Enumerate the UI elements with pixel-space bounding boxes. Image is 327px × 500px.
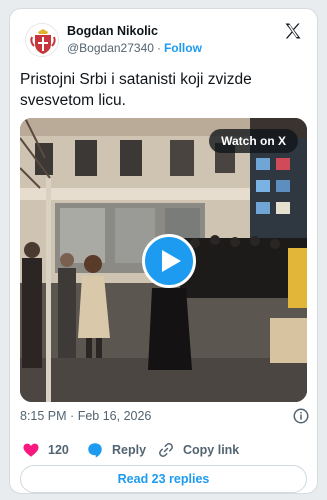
author-name[interactable]: Bogdan Nikolic: [67, 24, 158, 38]
copy-link-label: Copy link: [183, 443, 240, 457]
author-handle-row: @Bogdan27340 · Follow: [67, 41, 202, 55]
copy-link-button[interactable]: Copy link: [157, 441, 239, 459]
handle-separator: ·: [156, 41, 161, 55]
reply-label: Reply: [112, 443, 147, 457]
tweet-text: Pristojni Srbi i satanisti koji zvizde s…: [20, 71, 252, 109]
info-icon[interactable]: [292, 407, 310, 425]
avatar[interactable]: [25, 23, 59, 57]
reply-button[interactable]: Reply: [86, 441, 146, 459]
follow-button[interactable]: Follow: [164, 41, 202, 55]
author-handle[interactable]: @Bogdan27340: [67, 41, 154, 55]
meta-separator: ·: [70, 409, 75, 423]
action-bar: 120 Reply Copy link: [20, 441, 310, 461]
read-replies-button[interactable]: Read 23 replies: [20, 465, 307, 493]
reply-bubble-icon: [88, 443, 102, 458]
tweet-meta: 8:15 PM · Feb 16, 2026: [20, 407, 310, 425]
watch-on-x-button[interactable]: Watch on X: [209, 129, 298, 153]
like-count: 120: [48, 443, 69, 457]
heart-icon: [23, 443, 39, 457]
coat-of-arms-icon: [26, 24, 58, 56]
link-icon: [159, 443, 173, 457]
tweet-time[interactable]: 8:15 PM: [20, 409, 67, 423]
tweet-card: Bogdan Nikolic @Bogdan27340 · Follow Prist…: [9, 8, 318, 494]
play-icon: [162, 250, 181, 272]
tweet-date[interactable]: Feb 16, 2026: [78, 409, 152, 423]
like-button[interactable]: 120: [22, 441, 69, 459]
x-logo-icon[interactable]: [283, 21, 303, 41]
tweet-header: Bogdan Nikolic @Bogdan27340 · Follow: [10, 9, 317, 69]
play-button[interactable]: [142, 234, 196, 288]
video-media[interactable]: Watch on X: [20, 118, 307, 402]
